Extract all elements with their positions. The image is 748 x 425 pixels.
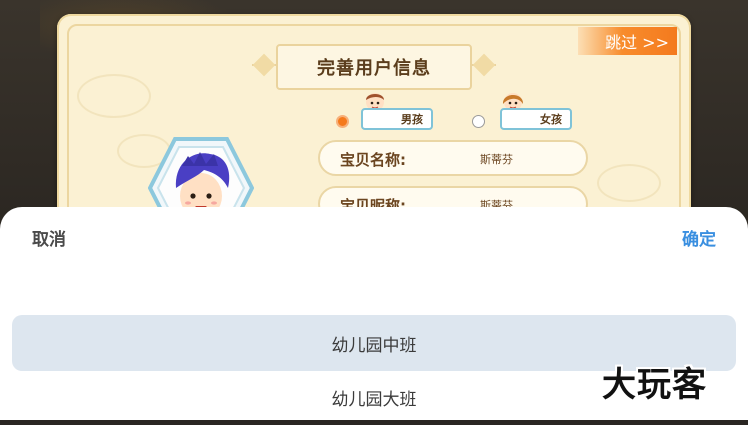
cancel-button[interactable]: 取消 <box>32 225 66 250</box>
gender-girl-option[interactable]: 女孩 <box>500 108 572 130</box>
gender-girl-radio[interactable] <box>472 115 485 128</box>
confirm-button[interactable]: 确定 <box>682 225 716 250</box>
baby-name-value: 斯蒂芬 <box>480 153 513 166</box>
diamond-decoration <box>252 53 276 77</box>
gender-boy-option[interactable]: 男孩 <box>361 108 433 130</box>
cloud-decoration <box>77 74 151 118</box>
page-title: 完善用户信息 <box>276 44 472 90</box>
skip-button[interactable]: 跳过 >> <box>578 27 677 55</box>
diamond-decoration <box>472 53 496 77</box>
cloud-decoration <box>597 164 661 202</box>
gender-boy-radio[interactable] <box>336 115 349 128</box>
watermark-logo: 大玩客 <box>602 365 707 405</box>
baby-name-field[interactable]: 宝贝名称: 斯蒂芬 <box>318 140 588 176</box>
form-title-banner: 完善用户信息 <box>252 44 496 90</box>
baby-name-label: 宝贝名称: <box>340 151 406 169</box>
